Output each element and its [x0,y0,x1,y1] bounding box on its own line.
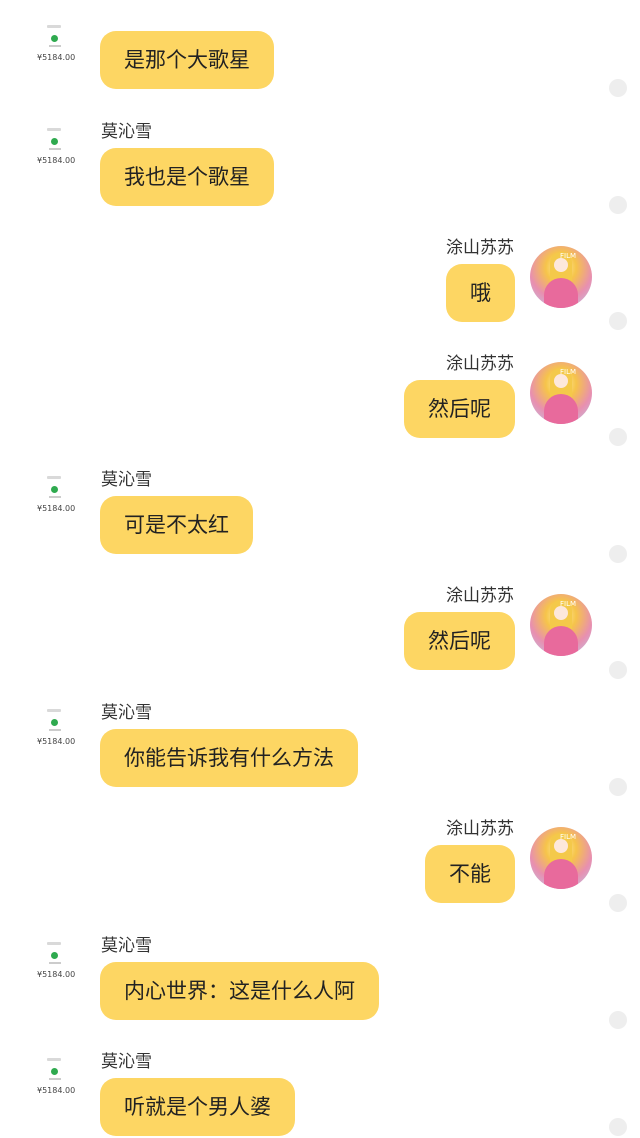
sender-avatar-icon[interactable]: FILM [530,246,592,308]
avatar-receipt-check-icon [51,486,58,493]
sender-name: 涂山苏苏 [446,238,514,258]
select-dot-icon[interactable] [609,312,627,330]
sender-name: 涂山苏苏 [446,819,514,839]
sender-avatar-icon[interactable]: ¥5184.00 [37,1058,75,1110]
chat-message-1: 莫沁雪 ¥5184.00 我也是个歌星 [0,122,640,232]
select-dot-icon[interactable] [609,79,627,97]
avatar-face [554,839,568,853]
avatar-price-text: ¥5184.00 [37,1086,76,1095]
avatar-receipt-line [49,496,61,498]
chat-message-3: 涂山苏苏 FILM 然后呢 [0,354,640,464]
message-bubble[interactable]: 是那个大歌星 [100,31,274,89]
chat-message-7: 涂山苏苏 FILM 不能 [0,819,640,929]
message-bubble[interactable]: 然后呢 [404,380,515,438]
avatar-price-text: ¥5184.00 [37,970,76,979]
avatar-dress [544,394,578,424]
avatar-receipt-bar [47,709,61,712]
sender-name: 莫沁雪 [101,470,152,490]
sender-name: 涂山苏苏 [446,354,514,374]
chat-message-6: 莫沁雪 ¥5184.00 你能告诉我有什么方法 [0,703,640,813]
sender-name: 莫沁雪 [101,1052,152,1072]
avatar-tag-text: FILM [560,833,577,841]
sender-avatar-icon[interactable]: FILM [530,362,592,424]
avatar-receipt-check-icon [51,138,58,145]
chat-message-4: 莫沁雪 ¥5184.00 可是不太红 [0,470,640,580]
avatar-receipt-bar [47,942,61,945]
message-bubble[interactable]: 内心世界：这是什么人阿 [100,962,379,1020]
message-bubble[interactable]: 你能告诉我有什么方法 [100,729,358,787]
select-dot-icon[interactable] [609,545,627,563]
message-bubble[interactable]: 哦 [446,264,515,322]
sender-name: 莫沁雪 [101,936,152,956]
avatar-price-text: ¥5184.00 [37,737,76,746]
chat-message-5: 涂山苏苏 FILM 然后呢 [0,586,640,696]
avatar-face [554,606,568,620]
select-dot-icon[interactable] [609,661,627,679]
message-bubble[interactable]: 我也是个歌星 [100,148,274,206]
avatar-dress [544,278,578,308]
sender-name: 莫沁雪 [101,703,152,723]
avatar-price-text: ¥5184.00 [37,504,76,513]
chat-message-9: 莫沁雪 ¥5184.00 听就是个男人婆 [0,1052,640,1138]
sender-avatar-icon[interactable]: ¥5184.00 [37,128,75,180]
avatar-receipt-check-icon [51,1068,58,1075]
avatar-receipt-check-icon [51,719,58,726]
avatar-price-text: ¥5184.00 [37,53,76,62]
select-dot-icon[interactable] [609,428,627,446]
avatar-face [554,374,568,388]
message-bubble[interactable]: 可是不太红 [100,496,253,554]
select-dot-icon[interactable] [609,778,627,796]
avatar-receipt-bar [47,1058,61,1061]
avatar-dress [544,859,578,889]
select-dot-icon[interactable] [609,1118,627,1136]
avatar-receipt-line [49,1078,61,1080]
avatar-price-text: ¥5184.00 [37,156,76,165]
chat-message-8: 莫沁雪 ¥5184.00 内心世界：这是什么人阿 [0,936,640,1046]
chat-message-0: ¥5184.00 是那个大歌星 [0,0,640,110]
chat-message-2: 涂山苏苏 FILM 哦 [0,238,640,348]
sender-name: 涂山苏苏 [446,586,514,606]
sender-avatar-icon[interactable]: ¥5184.00 [37,942,75,994]
avatar-receipt-bar [47,476,61,479]
avatar-face [554,258,568,272]
avatar-receipt-check-icon [51,952,58,959]
avatar-dress [544,626,578,656]
select-dot-icon[interactable] [609,894,627,912]
avatar-tag-text: FILM [560,252,577,260]
message-bubble[interactable]: 听就是个男人婆 [100,1078,295,1136]
message-bubble[interactable]: 然后呢 [404,612,515,670]
avatar-receipt-bar [47,128,61,131]
avatar-tag-text: FILM [560,600,577,608]
sender-avatar-icon[interactable]: FILM [530,827,592,889]
avatar-tag-text: FILM [560,368,577,376]
select-dot-icon[interactable] [609,1011,627,1029]
avatar-receipt-line [49,962,61,964]
sender-avatar-icon[interactable]: ¥5184.00 [37,709,75,761]
sender-avatar-icon[interactable]: ¥5184.00 [37,25,75,77]
message-bubble[interactable]: 不能 [425,845,515,903]
avatar-receipt-line [49,45,61,47]
avatar-receipt-line [49,729,61,731]
select-dot-icon[interactable] [609,196,627,214]
sender-avatar-icon[interactable]: FILM [530,594,592,656]
avatar-receipt-line [49,148,61,150]
sender-name: 莫沁雪 [101,122,152,142]
sender-avatar-icon[interactable]: ¥5184.00 [37,476,75,528]
avatar-receipt-check-icon [51,35,58,42]
avatar-receipt-bar [47,25,61,28]
